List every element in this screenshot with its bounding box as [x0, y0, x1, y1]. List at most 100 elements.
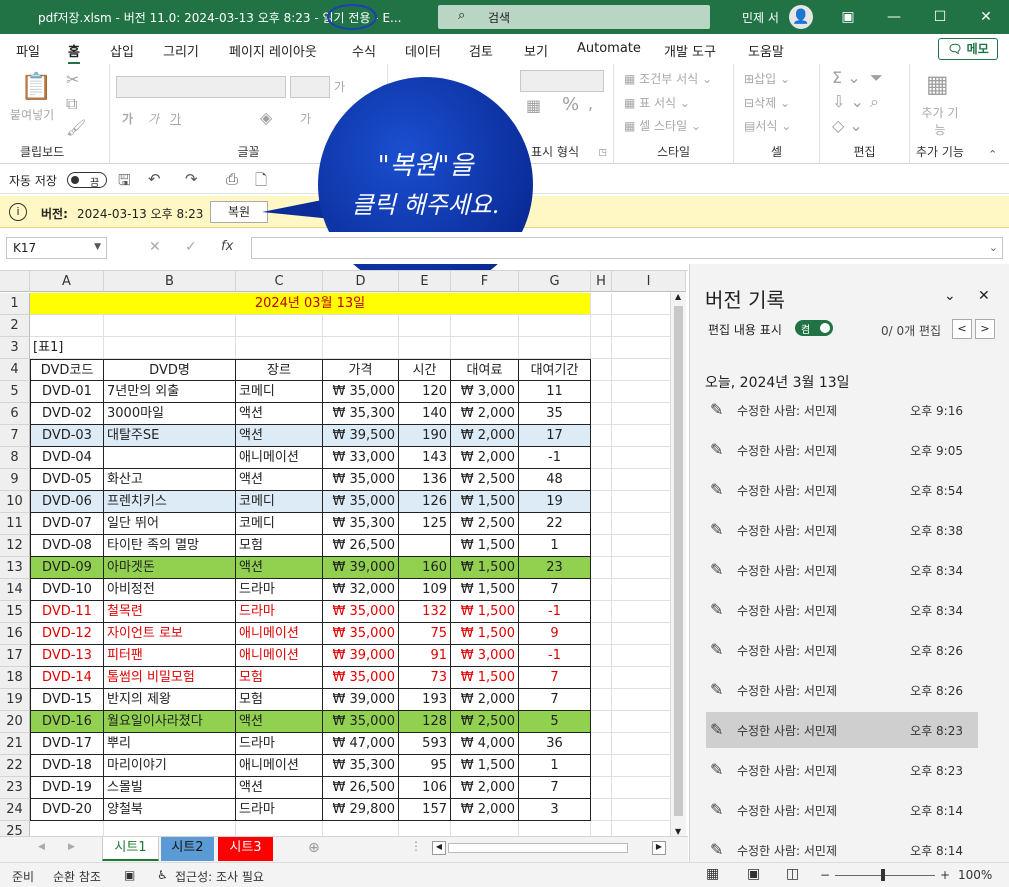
- table-cell[interactable]: ₩ 35,300: [323, 755, 399, 777]
- version-entry[interactable]: ✎ 수정한 사람: 서민제 오후 8:26: [706, 672, 978, 708]
- autosum-icon[interactable]: Σ ⌄: [832, 68, 861, 87]
- table-cell[interactable]: 157: [399, 799, 451, 821]
- row-header[interactable]: 24: [0, 799, 30, 821]
- table-format-item[interactable]: ▦ 표 서식 ⌄: [624, 94, 690, 111]
- column-header[interactable]: E: [399, 271, 451, 292]
- sheet-tab-1[interactable]: 시트1: [102, 837, 159, 861]
- table-cell[interactable]: ₩ 1,500: [451, 601, 519, 623]
- version-entry[interactable]: ✎ 수정한 사람: 서민제 오후 8:23: [706, 752, 978, 788]
- table-cell[interactable]: 액션: [236, 425, 323, 447]
- avatar-icon[interactable]: 👤: [789, 5, 813, 29]
- prev-edit-icon[interactable]: <: [952, 319, 972, 339]
- grid-cell[interactable]: [591, 777, 612, 799]
- table-cell[interactable]: ₩ 1,500: [451, 667, 519, 689]
- accessibility-icon[interactable]: ♿: [157, 868, 168, 882]
- table-label[interactable]: [표1]: [30, 337, 104, 359]
- table-cell[interactable]: 애니메이션: [236, 447, 323, 469]
- undo-icon[interactable]: ↶: [148, 170, 161, 188]
- grid-cell[interactable]: [591, 337, 612, 359]
- table-cell[interactable]: 대여료: [451, 359, 519, 381]
- grid-cell[interactable]: [591, 601, 612, 623]
- table-cell[interactable]: ₩ 2,000: [451, 777, 519, 799]
- table-cell[interactable]: 액션: [236, 403, 323, 425]
- row-header[interactable]: 6: [0, 403, 30, 425]
- grid-cell[interactable]: [104, 821, 236, 836]
- format-painter-icon[interactable]: 🖌: [66, 118, 86, 137]
- table-cell[interactable]: 철목련: [104, 601, 236, 623]
- table-cell[interactable]: 48: [519, 469, 591, 491]
- row-header[interactable]: 3: [0, 337, 30, 359]
- version-entry[interactable]: ✎ 수정한 사람: 서민제 오후 8:34: [706, 552, 978, 588]
- font-size-combo[interactable]: [290, 76, 330, 98]
- table-cell[interactable]: ₩ 39,000: [323, 557, 399, 579]
- table-cell[interactable]: 가격: [323, 359, 399, 381]
- version-entry[interactable]: ✎ 수정한 사람: 서민제 오후 8:26: [706, 632, 978, 668]
- table-cell[interactable]: ₩ 1,500: [451, 557, 519, 579]
- print-preview-icon[interactable]: ⎙: [226, 170, 238, 188]
- grid-cell[interactable]: [591, 513, 612, 535]
- grid-cell[interactable]: [451, 821, 519, 836]
- table-cell[interactable]: ₩ 35,000: [323, 623, 399, 645]
- table-cell[interactable]: 193: [399, 689, 451, 711]
- insert-cells-item[interactable]: ⊞삽입 ⌄: [744, 70, 790, 87]
- table-cell[interactable]: ₩ 2,500: [451, 513, 519, 535]
- table-cell[interactable]: ₩ 35,000: [323, 601, 399, 623]
- table-cell[interactable]: 코메디: [236, 381, 323, 403]
- normal-view-icon[interactable]: ▦: [706, 866, 719, 882]
- select-all-corner[interactable]: [0, 271, 30, 292]
- tab-data[interactable]: 데이터: [405, 41, 441, 60]
- page-break-view-icon[interactable]: ◫: [786, 866, 799, 882]
- table-cell[interactable]: 91: [399, 645, 451, 667]
- table-cell[interactable]: ₩ 29,800: [323, 799, 399, 821]
- table-cell[interactable]: ₩ 35,000: [323, 711, 399, 733]
- cell-style-item[interactable]: ▦ 셀 스타일 ⌄: [624, 117, 701, 134]
- cancel-icon[interactable]: ✕: [149, 239, 161, 255]
- table-cell[interactable]: 애니메이션: [236, 623, 323, 645]
- table-cell[interactable]: 126: [399, 491, 451, 513]
- font-name-combo[interactable]: [116, 76, 286, 98]
- sheet-tab-3[interactable]: 시트3: [218, 837, 273, 861]
- grid-cell[interactable]: [104, 315, 236, 337]
- status-accessibility[interactable]: 접근성: 조사 필요: [175, 868, 264, 885]
- column-header[interactable]: I: [612, 271, 686, 292]
- table-cell[interactable]: 132: [399, 601, 451, 623]
- grid-cell[interactable]: [399, 315, 451, 337]
- grow-font-label[interactable]: 가: [334, 78, 345, 95]
- grid-cell[interactable]: [104, 337, 236, 359]
- table-cell[interactable]: 73: [399, 667, 451, 689]
- row-header[interactable]: 19: [0, 689, 30, 711]
- grid-cell[interactable]: [591, 447, 612, 469]
- row-header[interactable]: 10: [0, 491, 30, 513]
- prev-sheet-icon[interactable]: ◀: [38, 842, 45, 852]
- table-cell[interactable]: ₩ 2,000: [451, 799, 519, 821]
- grid-cell[interactable]: [591, 315, 612, 337]
- table-cell[interactable]: 아마겟돈: [104, 557, 236, 579]
- table-cell-code[interactable]: DVD-20: [30, 799, 104, 821]
- table-cell[interactable]: 143: [399, 447, 451, 469]
- row-header[interactable]: 8: [0, 447, 30, 469]
- enter-icon[interactable]: ✓: [185, 239, 197, 255]
- table-cell[interactable]: 일단 뛰어: [104, 513, 236, 535]
- grid-cell[interactable]: [236, 821, 323, 836]
- addins-icon[interactable]: ▦: [926, 70, 949, 98]
- table-cell[interactable]: ₩ 1,500: [451, 623, 519, 645]
- close-icon[interactable]: ✕: [976, 7, 996, 27]
- version-entry[interactable]: ✎ 수정한 사람: 서민제 오후 8:14: [706, 832, 978, 862]
- table-cell[interactable]: 3000마일: [104, 403, 236, 425]
- table-cell[interactable]: 17: [519, 425, 591, 447]
- pane-options-icon[interactable]: ⌄: [944, 288, 956, 304]
- grid-cell[interactable]: [399, 337, 451, 359]
- table-cell[interactable]: 125: [399, 513, 451, 535]
- grid-cell[interactable]: [519, 337, 591, 359]
- worksheet[interactable]: A B C D E F G H I 1 2 3 4 5 6 7 8 9 10 11 12 13 14 15 16 17 18 19 20…: [0, 270, 688, 836]
- grid-cell[interactable]: [591, 359, 612, 381]
- row-header[interactable]: 13: [0, 557, 30, 579]
- new-file-icon[interactable]: 🗋: [255, 170, 267, 195]
- table-cell[interactable]: 7년만의 외출: [104, 381, 236, 403]
- table-cell[interactable]: -1: [519, 645, 591, 667]
- grid-cell[interactable]: [323, 315, 399, 337]
- horizontal-scrollbar[interactable]: ◀ ▶: [430, 841, 668, 857]
- vertical-scrollbar[interactable]: ▲ ▼: [670, 292, 686, 836]
- table-cell[interactable]: ₩ 35,000: [323, 667, 399, 689]
- row-header[interactable]: 23: [0, 777, 30, 799]
